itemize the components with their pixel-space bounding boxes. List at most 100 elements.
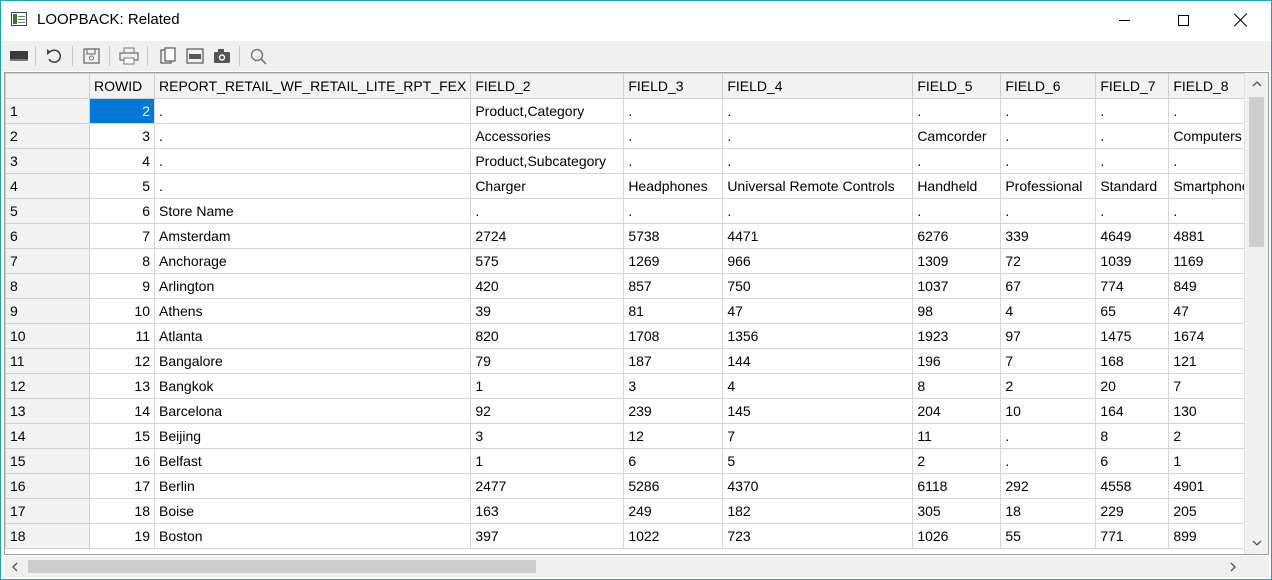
table-cell[interactable]: .: [722, 98, 914, 124]
scroll-right-button[interactable]: [1222, 556, 1244, 577]
rowid-cell[interactable]: 3: [89, 123, 155, 149]
table-cell[interactable]: Bangalore: [153, 348, 472, 374]
table-cell[interactable]: .: [1000, 423, 1097, 449]
table-cell[interactable]: Store Name: [153, 198, 472, 224]
rowid-cell[interactable]: 16: [89, 448, 155, 474]
table-cell[interactable]: .: [153, 123, 472, 149]
table-cell[interactable]: 1269: [623, 248, 724, 274]
row-header[interactable]: 1: [5, 98, 90, 124]
snapshot-button[interactable]: [210, 45, 234, 67]
table-cell[interactable]: 1475: [1095, 323, 1170, 349]
row-header[interactable]: 7: [5, 248, 90, 274]
column-header[interactable]: FIELD_3: [623, 73, 724, 99]
scroll-down-button[interactable]: [1245, 532, 1268, 554]
table-cell[interactable]: 39: [470, 298, 625, 324]
table-cell[interactable]: 1022: [623, 523, 724, 549]
table-cell[interactable]: 4: [1000, 298, 1097, 324]
table-cell[interactable]: .: [912, 198, 1002, 224]
table-cell[interactable]: 6: [623, 448, 724, 474]
table-cell[interactable]: 3: [623, 373, 724, 399]
table-cell[interactable]: .: [623, 123, 724, 149]
column-header[interactable]: REPORT_RETAIL_WF_RETAIL_LITE_RPT_FEX: [153, 73, 472, 99]
table-cell[interactable]: .: [153, 148, 472, 174]
table-cell[interactable]: 1026: [912, 523, 1002, 549]
rowid-cell[interactable]: 17: [89, 473, 155, 499]
vertical-scrollbar[interactable]: [1244, 73, 1268, 554]
table-cell[interactable]: .: [912, 148, 1002, 174]
column-header[interactable]: FIELD_5: [912, 73, 1002, 99]
table-cell[interactable]: 750: [722, 273, 914, 299]
row-header[interactable]: 8: [5, 273, 90, 299]
table-cell[interactable]: 168: [1095, 348, 1170, 374]
table-cell[interactable]: 339: [1000, 223, 1097, 249]
table-cell[interactable]: 4: [722, 373, 914, 399]
table-cell[interactable]: .: [623, 148, 724, 174]
table-cell[interactable]: .: [153, 98, 472, 124]
horizontal-scroll-thumb[interactable]: [28, 560, 536, 573]
table-cell[interactable]: 1039: [1095, 248, 1170, 274]
table-cell[interactable]: .: [1000, 123, 1097, 149]
table-cell[interactable]: 3: [470, 423, 625, 449]
grid-view-button[interactable]: [7, 45, 31, 67]
table-cell[interactable]: 204: [912, 398, 1002, 424]
vertical-scroll-thumb[interactable]: [1249, 97, 1264, 247]
maximize-button[interactable]: [1160, 1, 1206, 39]
table-cell[interactable]: 4370: [722, 473, 914, 499]
rowid-cell[interactable]: 9: [89, 273, 155, 299]
table-cell[interactable]: 1: [470, 448, 625, 474]
table-cell[interactable]: 182: [722, 498, 914, 524]
table-cell[interactable]: 1923: [912, 323, 1002, 349]
column-header[interactable]: FIELD_6: [1000, 73, 1097, 99]
table-cell[interactable]: .: [722, 198, 914, 224]
table-cell[interactable]: 12: [623, 423, 724, 449]
table-cell[interactable]: 11: [912, 423, 1002, 449]
table-cell[interactable]: 8: [912, 373, 1002, 399]
table-cell[interactable]: Camcorder: [912, 123, 1002, 149]
rowid-cell[interactable]: 11: [89, 323, 155, 349]
row-header[interactable]: 6: [5, 223, 90, 249]
table-cell[interactable]: 4471: [722, 223, 914, 249]
search-button[interactable]: [247, 45, 271, 67]
table-cell[interactable]: 2: [1000, 373, 1097, 399]
table-cell[interactable]: .: [1000, 98, 1097, 124]
table-cell[interactable]: 305: [912, 498, 1002, 524]
row-header[interactable]: 4: [5, 173, 90, 199]
table-cell[interactable]: .: [1095, 98, 1170, 124]
table-cell[interactable]: 5286: [623, 473, 724, 499]
row-header[interactable]: 12: [5, 373, 90, 399]
row-header[interactable]: 16: [5, 473, 90, 499]
minimize-button[interactable]: [1101, 1, 1147, 39]
scroll-left-button[interactable]: [4, 556, 26, 577]
table-cell[interactable]: Anchorage: [153, 248, 472, 274]
table-cell[interactable]: Professional: [1000, 173, 1097, 199]
table-cell[interactable]: Headphones: [623, 173, 724, 199]
rowid-cell[interactable]: 19: [89, 523, 155, 549]
horizontal-scrollbar[interactable]: [4, 556, 1244, 577]
table-cell[interactable]: 1356: [722, 323, 914, 349]
table-cell[interactable]: 292: [1000, 473, 1097, 499]
save-button[interactable]: [80, 45, 104, 67]
rowid-cell[interactable]: 4: [89, 148, 155, 174]
column-header[interactable]: ROWID: [89, 73, 155, 99]
table-cell[interactable]: 65: [1095, 298, 1170, 324]
rowid-cell[interactable]: 13: [89, 373, 155, 399]
rowid-cell[interactable]: 7: [89, 223, 155, 249]
table-cell[interactable]: Atlanta: [153, 323, 472, 349]
row-header[interactable]: 14: [5, 423, 90, 449]
table-cell[interactable]: .: [912, 98, 1002, 124]
row-header[interactable]: 3: [5, 148, 90, 174]
table-cell[interactable]: 97: [1000, 323, 1097, 349]
table-cell[interactable]: 79: [470, 348, 625, 374]
table-cell[interactable]: 2477: [470, 473, 625, 499]
rowid-cell[interactable]: 5: [89, 173, 155, 199]
table-cell[interactable]: 10: [1000, 398, 1097, 424]
table-cell[interactable]: 187: [623, 348, 724, 374]
table-cell[interactable]: Universal Remote Controls: [722, 173, 914, 199]
table-cell[interactable]: 771: [1095, 523, 1170, 549]
table-cell[interactable]: .: [722, 148, 914, 174]
table-cell[interactable]: Bangkok: [153, 373, 472, 399]
table-cell[interactable]: .: [1000, 148, 1097, 174]
data-grid[interactable]: ROWID REPORT_RETAIL_WF_RETAIL_LITE_RPT_F…: [4, 72, 1269, 555]
table-cell[interactable]: .: [1095, 148, 1170, 174]
table-cell[interactable]: 420: [470, 273, 625, 299]
